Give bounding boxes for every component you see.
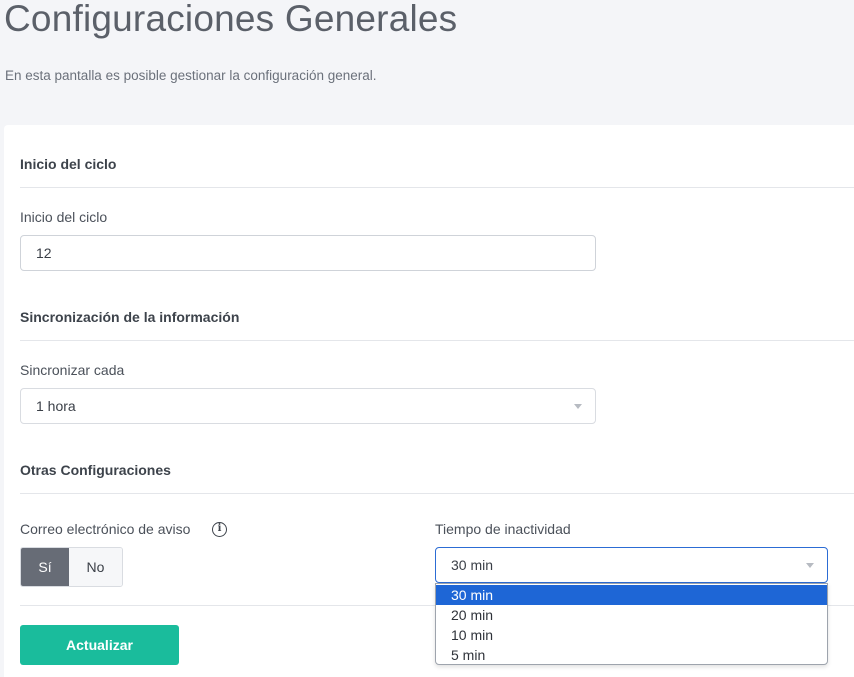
caret-down-icon xyxy=(574,404,582,409)
section-title-cycle: Inicio del ciclo xyxy=(20,156,117,172)
inactivity-option[interactable]: 30 min xyxy=(436,585,827,605)
email-notice-toggle: Sí No xyxy=(20,547,123,587)
page-title: Configuraciones Generales xyxy=(4,0,458,39)
sync-every-select[interactable]: 1 hora xyxy=(20,388,596,424)
sync-every-value: 1 hora xyxy=(36,398,76,414)
inactivity-option[interactable]: 5 min xyxy=(436,645,827,665)
info-icon[interactable]: i xyxy=(212,522,227,537)
cycle-start-label: Inicio del ciclo xyxy=(20,209,108,225)
update-button[interactable]: Actualizar xyxy=(20,625,179,665)
inactivity-option[interactable]: 20 min xyxy=(436,605,827,625)
caret-down-icon xyxy=(806,563,814,568)
divider xyxy=(20,187,854,188)
inactivity-options-list: 30 min 20 min 10 min 5 min xyxy=(435,583,828,665)
toggle-no-button[interactable]: No xyxy=(69,548,122,586)
toggle-yes-button[interactable]: Sí xyxy=(21,548,69,586)
sync-every-label: Sincronizar cada xyxy=(20,362,125,378)
section-title-sync: Sincronización de la información xyxy=(20,309,240,325)
cycle-start-input[interactable] xyxy=(20,235,596,271)
section-title-other: Otras Configuraciones xyxy=(20,462,171,478)
divider xyxy=(20,493,854,494)
page-subtitle: En esta pantalla es posible gestionar la… xyxy=(5,68,377,83)
inactivity-time-label: Tiempo de inactividad xyxy=(435,521,571,537)
email-notice-label: Correo electrónico de aviso xyxy=(20,521,191,537)
inactivity-time-value: 30 min xyxy=(451,557,494,573)
divider xyxy=(20,340,854,341)
inactivity-time-select[interactable]: 30 min xyxy=(435,547,828,583)
inactivity-option[interactable]: 10 min xyxy=(436,625,827,645)
